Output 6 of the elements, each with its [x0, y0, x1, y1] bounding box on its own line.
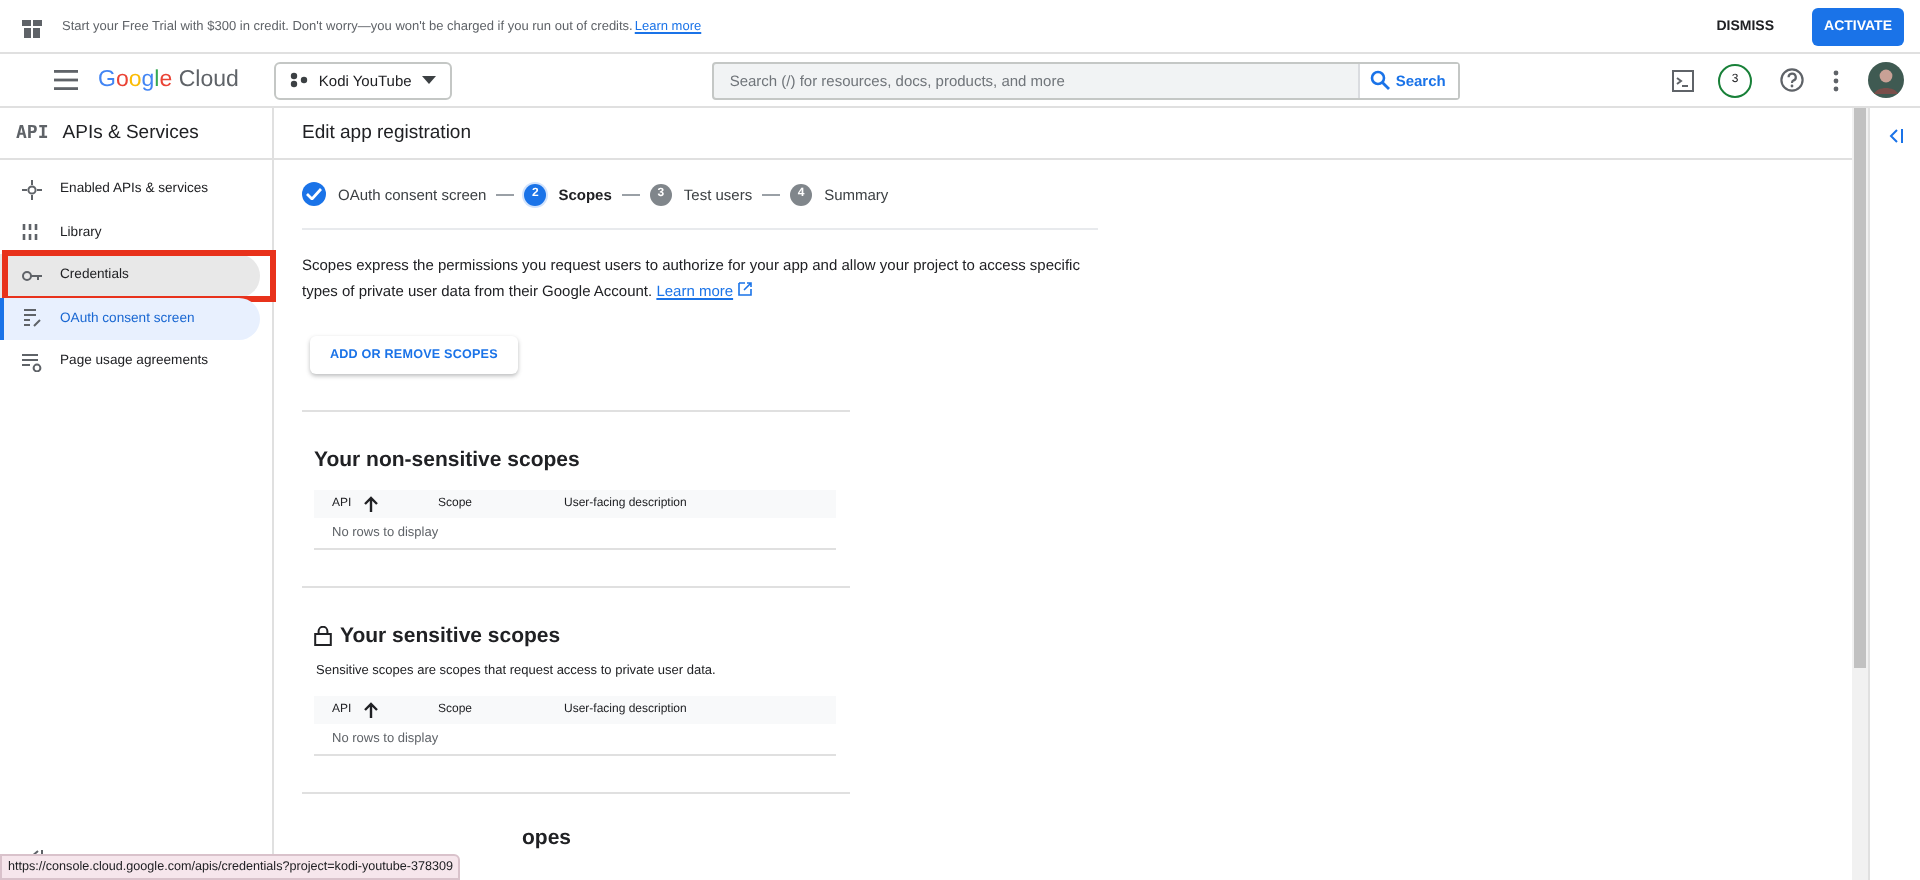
api-logo: API [16, 123, 49, 143]
section-heading: opes [522, 826, 574, 850]
section-heading: Your sensitive scopes [340, 624, 561, 648]
section-title: APIs & Services [62, 122, 199, 144]
section-heading: Your non-sensitive scopes [314, 448, 580, 472]
page-title: Edit app registration [274, 108, 1852, 160]
